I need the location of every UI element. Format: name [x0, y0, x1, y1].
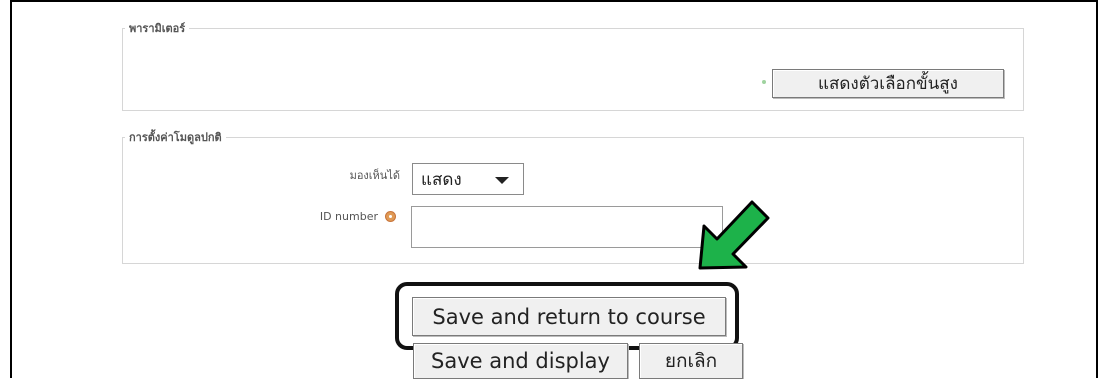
visible-select-value: แสดง	[421, 169, 462, 190]
common-settings-legend: การตั้งค่าโมดูลปกติ	[129, 131, 222, 144]
cancel-button[interactable]: ยกเลิก	[639, 343, 743, 379]
parameters-legend: พารามิเตอร์	[129, 22, 186, 35]
idnumber-input[interactable]	[411, 206, 723, 248]
visible-label: มองเห็นได้	[349, 169, 400, 182]
show-advanced-button[interactable]: แสดงตัวเลือกขั้นสูง	[772, 69, 1004, 98]
save-and-display-button[interactable]: Save and display	[413, 343, 628, 379]
pointer-arrow-icon	[698, 200, 770, 270]
visible-select[interactable]: แสดง	[412, 163, 524, 195]
chevron-down-icon	[495, 177, 509, 184]
save-and-return-button[interactable]: Save and return to course	[412, 297, 726, 336]
help-icon[interactable]	[385, 211, 396, 222]
idnumber-label: ID number	[319, 210, 378, 223]
arrow-shape	[698, 200, 770, 270]
required-dot-icon	[762, 80, 766, 84]
